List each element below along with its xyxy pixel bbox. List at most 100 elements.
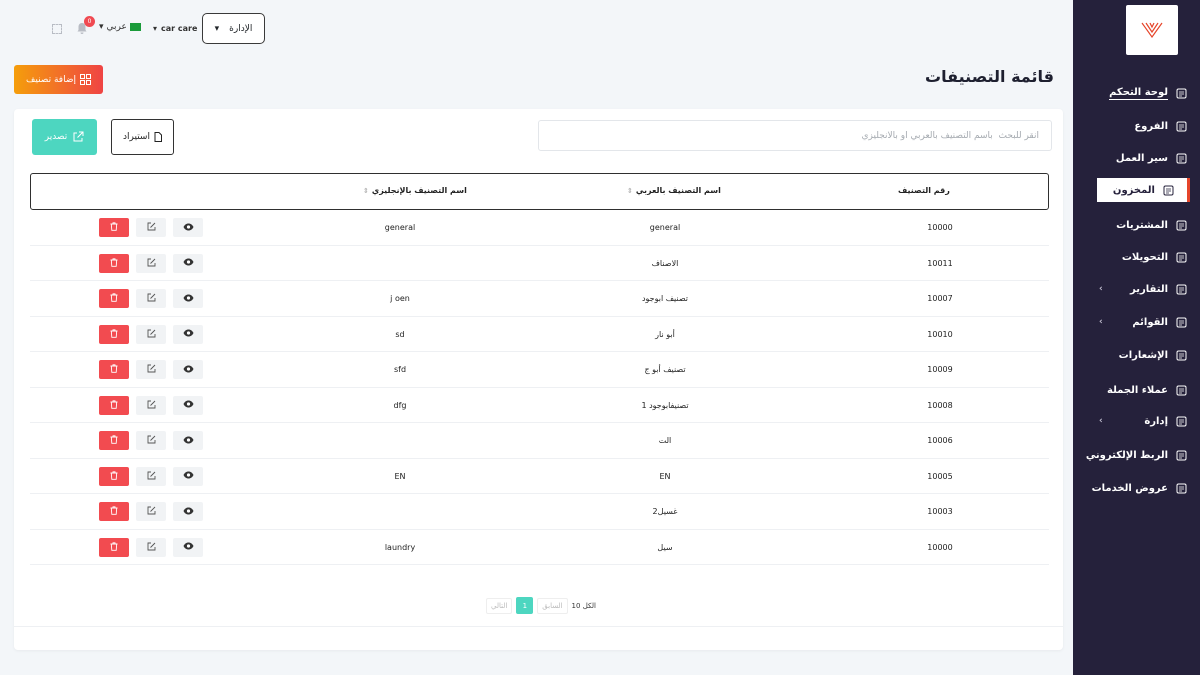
edit-button[interactable] bbox=[136, 289, 166, 308]
edit-icon bbox=[147, 506, 156, 517]
column-header-name-ar-label: اسم التصنيف بالعربي bbox=[635, 186, 721, 195]
page-number-button[interactable]: 1 bbox=[516, 597, 534, 614]
view-button[interactable] bbox=[173, 289, 203, 308]
delete-button[interactable] bbox=[99, 289, 129, 308]
sidebar-item-purchases[interactable]: المشتريات bbox=[1073, 214, 1200, 236]
edit-button[interactable] bbox=[136, 395, 166, 415]
delete-button[interactable] bbox=[99, 502, 129, 521]
sidebar-item-label: الإشعارات bbox=[1118, 349, 1168, 361]
fullscreen-icon[interactable] bbox=[52, 24, 62, 34]
delete-button[interactable] bbox=[99, 537, 129, 557]
trash-icon bbox=[110, 293, 118, 304]
delete-button[interactable] bbox=[99, 360, 129, 379]
category-id: 10000 bbox=[927, 542, 953, 552]
language-label: عربي bbox=[106, 22, 127, 32]
notification-badge: 0 bbox=[84, 16, 95, 27]
sidebar-item-link[interactable]: الربط الإلكتروني bbox=[1073, 444, 1200, 466]
view-button[interactable] bbox=[173, 395, 203, 415]
admin-icon bbox=[1174, 414, 1188, 428]
sidebar-item-label: التحويلات bbox=[1121, 251, 1168, 263]
category-id: 10011 bbox=[927, 258, 953, 268]
delete-button[interactable] bbox=[99, 253, 129, 273]
sidebar-item-transfers[interactable]: التحويلات bbox=[1073, 246, 1200, 268]
trash-icon bbox=[110, 506, 118, 517]
admin-dropdown[interactable]: ▾ الإدارة bbox=[202, 13, 265, 44]
page-title: قائمة التصنيفات bbox=[925, 67, 1054, 86]
language-selector[interactable]: ▾ عربي bbox=[99, 22, 141, 32]
sidebar-item-warehouse[interactable]: المخزون bbox=[1097, 178, 1190, 202]
category-name-ar: غسيل2 bbox=[652, 507, 678, 516]
edit-button[interactable] bbox=[136, 537, 166, 557]
category-id: 10010 bbox=[927, 329, 953, 339]
edit-icon bbox=[147, 542, 156, 553]
delete-button[interactable] bbox=[99, 431, 129, 450]
transfers-icon bbox=[1174, 250, 1188, 264]
view-button[interactable] bbox=[173, 502, 203, 521]
trash-icon bbox=[110, 435, 118, 446]
eye-icon bbox=[183, 471, 194, 481]
delete-button[interactable] bbox=[99, 324, 129, 344]
view-button[interactable] bbox=[173, 537, 203, 557]
trash-icon bbox=[110, 470, 118, 482]
edit-icon bbox=[147, 364, 156, 375]
view-button[interactable] bbox=[173, 431, 203, 450]
company-selector[interactable]: ▾ car care bbox=[153, 24, 197, 33]
edit-button[interactable] bbox=[136, 431, 166, 450]
sidebar-item-lists[interactable]: ‹ القوائم bbox=[1073, 311, 1200, 333]
delete-button[interactable] bbox=[99, 218, 129, 237]
chevron-left-icon: ‹ bbox=[1099, 284, 1103, 294]
sidebar-item-label: التقارير bbox=[1130, 283, 1168, 295]
edit-icon bbox=[147, 435, 156, 446]
caret-down-icon: ▾ bbox=[99, 22, 104, 32]
prev-page-button[interactable]: السابق bbox=[537, 597, 568, 614]
column-header-name-ar[interactable]: ⇕ اسم التصنيف بالعربي bbox=[627, 186, 721, 195]
sidebar-item-label: عروض الخدمات bbox=[1091, 482, 1168, 494]
add-category-button[interactable]: إضافة تصنيف bbox=[14, 65, 103, 94]
view-button[interactable] bbox=[173, 324, 203, 344]
edit-button[interactable] bbox=[136, 253, 166, 273]
export-button[interactable]: تصدير bbox=[32, 119, 97, 155]
import-button[interactable]: استيراد bbox=[111, 119, 174, 155]
trash-icon bbox=[110, 222, 118, 233]
category-name-en: sd bbox=[395, 329, 405, 339]
edit-button[interactable] bbox=[136, 502, 166, 521]
trash-icon bbox=[110, 399, 118, 411]
category-id: 10000 bbox=[927, 223, 953, 232]
sidebar-item-reports[interactable]: ‹ التقارير bbox=[1073, 278, 1200, 300]
sidebar-item-label: إدارة bbox=[1144, 415, 1168, 427]
warehouse-icon bbox=[1161, 183, 1175, 197]
logo[interactable] bbox=[1126, 5, 1178, 55]
column-header-id[interactable]: رقم التصنيف bbox=[898, 186, 950, 195]
category-name-ar: الت bbox=[658, 436, 672, 445]
view-button[interactable] bbox=[173, 218, 203, 237]
delete-button[interactable] bbox=[99, 395, 129, 415]
category-id: 10009 bbox=[927, 365, 953, 374]
sidebar-item-dashboard[interactable]: لوحة التحكم bbox=[1073, 82, 1200, 104]
sidebar-item-bell[interactable]: الإشعارات bbox=[1073, 344, 1200, 366]
edit-button[interactable] bbox=[136, 324, 166, 344]
trash-icon bbox=[110, 257, 118, 269]
next-page-button[interactable]: التالي bbox=[486, 597, 513, 614]
column-header-name-en[interactable]: ⇕ اسم التصنيف بالإنجليزي bbox=[363, 186, 467, 195]
sidebar-item-services[interactable]: عروض الخدمات bbox=[1073, 477, 1200, 499]
sidebar-item-workflow[interactable]: سير العمل bbox=[1073, 147, 1200, 169]
edit-button[interactable] bbox=[136, 360, 166, 379]
category-id: 10003 bbox=[927, 507, 953, 516]
sidebar-item-admin[interactable]: ‹ إدارة bbox=[1073, 410, 1200, 432]
sidebar-item-branches[interactable]: الفروع bbox=[1073, 115, 1200, 137]
delete-button[interactable] bbox=[99, 466, 129, 486]
export-label: تصدير bbox=[44, 132, 68, 142]
purchases-icon bbox=[1174, 218, 1188, 232]
sidebar-item-label: سير العمل bbox=[1115, 152, 1168, 164]
sidebar-item-customers[interactable]: عملاء الجملة bbox=[1073, 379, 1200, 401]
edit-button[interactable] bbox=[136, 218, 166, 237]
eye-icon bbox=[183, 329, 194, 339]
trash-icon bbox=[110, 541, 118, 553]
search-input[interactable] bbox=[538, 120, 1052, 151]
edit-button[interactable] bbox=[136, 466, 166, 486]
view-button[interactable] bbox=[173, 360, 203, 379]
trash-icon bbox=[110, 328, 118, 340]
sidebar-item-label: عملاء الجملة bbox=[1107, 384, 1168, 396]
view-button[interactable] bbox=[173, 253, 203, 273]
view-button[interactable] bbox=[173, 466, 203, 486]
